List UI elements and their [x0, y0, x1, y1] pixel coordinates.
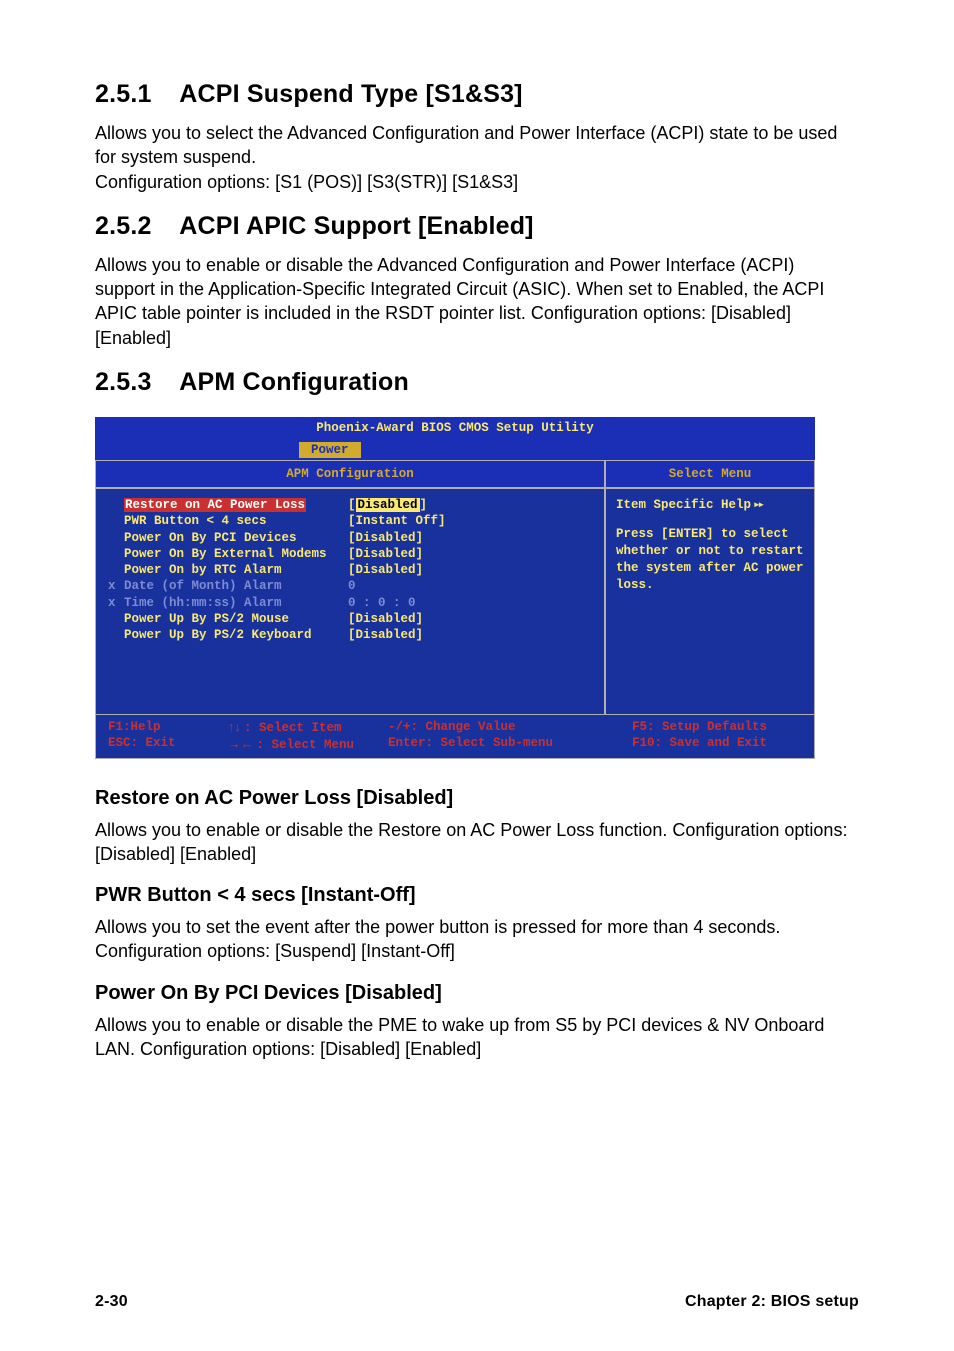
bios-item-row[interactable]: xDate (of Month) Alarm 0 — [108, 578, 604, 594]
bios-left-title: APM Configuration — [96, 461, 604, 489]
page-number: 2-30 — [95, 1293, 128, 1311]
bios-item-prefix: x — [108, 578, 124, 594]
section-251-heading: 2.5.1 ACPI Suspend Type [S1&S3] — [95, 80, 859, 109]
chapter-title: Chapter 2: BIOS setup — [685, 1293, 859, 1311]
section-251-title: ACPI Suspend Type [S1&S3] — [179, 80, 523, 108]
bios-help-panel: Item Specific Help▸▸ Press [ENTER] to se… — [606, 489, 814, 714]
bios-item-prefix — [108, 546, 124, 562]
pci-body: Allows you to enable or disable the PME … — [95, 1013, 859, 1062]
bios-item-label: Power Up By PS/2 Keyboard — [124, 627, 348, 643]
bios-item-prefix — [108, 627, 124, 643]
bios-help-title: Item Specific Help▸▸ — [616, 497, 804, 514]
pwr-body: Allows you to set the event after the po… — [95, 915, 859, 964]
pwr-heading: PWR Button < 4 secs [Instant-Off] — [95, 884, 859, 907]
bios-body: APM Configuration Restore on AC Power Lo… — [95, 460, 815, 715]
bios-item-row[interactable]: Power On by RTC Alarm[Disabled] — [108, 562, 604, 578]
bios-item-prefix — [108, 530, 124, 546]
bios-item-row[interactable]: xTime (hh:mm:ss) Alarm 0 : 0 : 0 — [108, 595, 604, 611]
leftright-arrow-icon: →← — [228, 737, 256, 751]
footer-enter-sub: Enter: Select Sub-menu — [388, 735, 632, 751]
bios-right-panel: Select Menu Item Specific Help▸▸ Press [… — [604, 461, 814, 714]
bios-item-row[interactable]: Power On By PCI Devices[Disabled] — [108, 530, 604, 546]
bios-footer: F1:Help ESC: Exit ↑↓ : Select Item →← : … — [95, 715, 815, 759]
section-252-body: Allows you to enable or disable the Adva… — [95, 253, 859, 350]
restore-body: Allows you to enable or disable the Rest… — [95, 818, 859, 867]
section-253-title: APM Configuration — [179, 368, 409, 396]
pci-heading: Power On By PCI Devices [Disabled] — [95, 982, 859, 1005]
bios-item-row[interactable]: PWR Button < 4 secs[Instant Off] — [108, 513, 604, 529]
bios-item-value: [Disabled] — [348, 611, 423, 627]
bios-item-value: 0 : 0 : 0 — [348, 595, 416, 611]
bios-titlebar: Phoenix-Award BIOS CMOS Setup Utility — [95, 417, 815, 439]
bios-item-row[interactable]: Power Up By PS/2 Mouse[Disabled] — [108, 611, 604, 627]
section-251-num: 2.5.1 — [95, 80, 173, 109]
bios-item-prefix — [108, 562, 124, 578]
chevron-right-icon: ▸▸ — [753, 498, 762, 512]
bios-item-row[interactable]: Restore on AC Power Loss[Disabled] — [108, 497, 604, 513]
bios-item-value: [Instant Off] — [348, 513, 446, 529]
bios-item-prefix — [108, 497, 124, 513]
footer-select-item: ↑↓ : Select Item — [228, 719, 388, 736]
bios-help-body: Press [ENTER] to select whether or not t… — [616, 526, 804, 594]
section-252-num: 2.5.2 — [95, 212, 173, 241]
bios-item-value: [Disabled] — [348, 627, 423, 643]
bios-item-prefix: x — [108, 595, 124, 611]
section-251-body: Allows you to select the Advanced Config… — [95, 121, 859, 194]
bios-item-row[interactable]: Power On By External Modems[Disabled] — [108, 546, 604, 562]
bios-item-value: [Disabled] — [348, 546, 423, 562]
bios-item-prefix — [108, 513, 124, 529]
bios-right-title: Select Menu — [606, 461, 814, 489]
page-footer: 2-30 Chapter 2: BIOS setup — [95, 1293, 859, 1311]
section-252-heading: 2.5.2 ACPI APIC Support [Enabled] — [95, 212, 859, 241]
bios-item-label: Power On By PCI Devices — [124, 530, 348, 546]
bios-screenshot: Phoenix-Award BIOS CMOS Setup Utility Po… — [95, 417, 815, 759]
bios-item-label: Date (of Month) Alarm — [124, 578, 348, 594]
bios-item-label: Time (hh:mm:ss) Alarm — [124, 595, 348, 611]
bios-item-label: Power On By External Modems — [124, 546, 348, 562]
bios-left-panel: APM Configuration Restore on AC Power Lo… — [96, 461, 604, 714]
footer-f10: F10: Save and Exit — [632, 735, 802, 751]
bios-item-label: PWR Button < 4 secs — [124, 513, 348, 529]
updown-arrow-icon: ↑↓ — [228, 720, 244, 734]
bios-items-list: Restore on AC Power Loss[Disabled]PWR Bu… — [96, 489, 604, 714]
bios-item-label: Power Up By PS/2 Mouse — [124, 611, 348, 627]
bios-item-value: 0 — [348, 578, 356, 594]
section-253-num: 2.5.3 — [95, 368, 173, 397]
section-252-title: ACPI APIC Support [Enabled] — [179, 212, 533, 240]
footer-esc: ESC: Exit — [108, 735, 228, 751]
footer-f5: F5: Setup Defaults — [632, 719, 802, 735]
footer-f1: F1:Help — [108, 719, 228, 735]
bios-item-label: Power On by RTC Alarm — [124, 562, 348, 578]
bios-item-value: [Disabled] — [348, 562, 423, 578]
bios-item-value: [Disabled] — [348, 530, 423, 546]
footer-select-menu: →← : Select Menu — [228, 736, 388, 753]
bios-item-row[interactable]: Power Up By PS/2 Keyboard[Disabled] — [108, 627, 604, 643]
bios-item-prefix — [108, 611, 124, 627]
footer-change-value: -/+: Change Value — [388, 719, 632, 735]
bios-tab-power[interactable]: Power — [299, 442, 361, 458]
bios-item-label: Restore on AC Power Loss — [124, 497, 348, 513]
section-253-heading: 2.5.3 APM Configuration — [95, 368, 859, 397]
restore-heading: Restore on AC Power Loss [Disabled] — [95, 787, 859, 810]
bios-item-value: [Disabled] — [348, 497, 427, 513]
bios-tabs: Power — [95, 439, 815, 460]
